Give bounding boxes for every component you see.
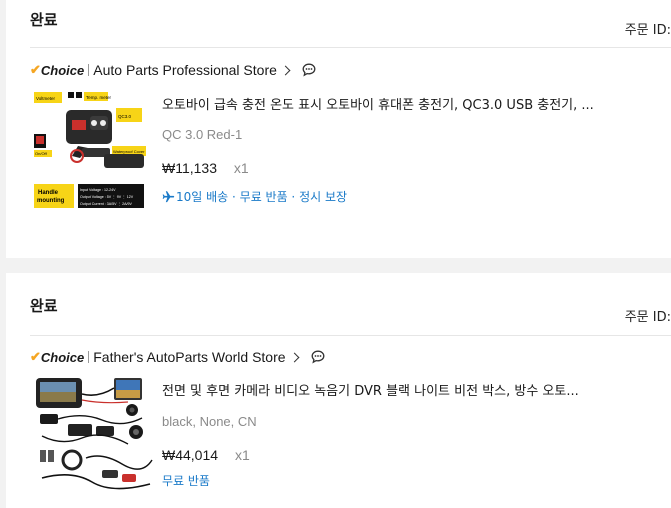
svg-text:Temp. meter: Temp. meter [86,95,112,100]
product-quantity: x1 [234,447,250,463]
divider [30,47,671,48]
badges-text: 10일 배송 · 무료 반품 · 정시 보장 [176,190,348,204]
service-badges: 10일 배송 · 무료 반품 · 정시 보장 [162,188,347,205]
price-row: ₩44,014 x1 [162,447,250,463]
product-price: ₩44,014 [162,447,219,463]
chevron-right-icon[interactable] [289,352,299,362]
badges-text: 무료 반품 [162,474,210,488]
order-id-label: 주문 ID: [624,310,671,325]
checkmark-icon: ✔ [30,349,41,364]
store-row[interactable]: ✔ Choice Father's AutoParts World Store [30,348,326,366]
product-image[interactable] [32,374,158,500]
plane-icon [162,191,175,203]
order-card: 완료 주문 ID: ✔ Choice Auto Parts Profession… [6,0,671,258]
chevron-right-icon[interactable] [280,65,291,75]
service-badges: 무료 반품 [162,472,210,489]
product-variant: QC 3.0 Red-1 [162,127,243,142]
chat-icon[interactable] [310,349,326,365]
product-title[interactable]: 오토바이 급속 충전 온도 표시 오토바이 휴대폰 충전기, QC3.0 USB… [162,94,594,113]
chat-icon[interactable] [301,62,317,78]
svg-text:Output Current : 3A/5V ⋮ 2A/9V: Output Current : 3A/5V ⋮ 2A/9V [80,202,133,206]
order-status: 완료 [30,297,58,315]
product-price: ₩11,133 [162,160,217,176]
choice-badge: ✔ Choice [30,349,85,365]
svg-text:Voltmeter: Voltmeter [36,96,56,101]
order-status: 완료 [30,11,58,29]
store-name[interactable]: Father's AutoParts World Store [93,349,285,365]
svg-text:Input Voltage : 12-24V: Input Voltage : 12-24V [80,188,116,192]
checkmark-icon: ✔ [30,62,41,77]
svg-text:Waterproof Cover: Waterproof Cover [113,149,145,154]
store-name[interactable]: Auto Parts Professional Store [93,62,277,78]
divider [30,335,671,336]
separator [88,64,90,76]
product-variant: black, None, CN [162,414,257,429]
order-id-label: 주문 ID: [624,23,671,38]
svg-text:mounting: mounting [37,198,65,204]
product-image[interactable]: Voltmeter Temp. meter QC3.0 On/Off Water… [32,88,158,214]
svg-text:QC3.0: QC3.0 [118,114,132,119]
svg-text:Output Voltage : 5V ⋮ 9V ⋮ 12V: Output Voltage : 5V ⋮ 9V ⋮ 12V [80,195,134,199]
choice-badge: ✔ Choice [30,62,85,78]
product-quantity: x1 [233,160,249,176]
svg-text:On/Off: On/Off [35,151,48,156]
separator [88,351,90,363]
order-card: 완료 주문 ID: ✔ Choice Father's AutoParts Wo… [6,273,671,508]
svg-text:Handle: Handle [38,190,59,196]
store-row[interactable]: ✔ Choice Auto Parts Professional Store [30,61,317,79]
price-row: ₩11,133 x1 [162,160,249,176]
product-title[interactable]: 전면 및 후면 카메라 비디오 녹음기 DVR 블랙 나이트 비전 박스, 방수… [162,380,579,399]
